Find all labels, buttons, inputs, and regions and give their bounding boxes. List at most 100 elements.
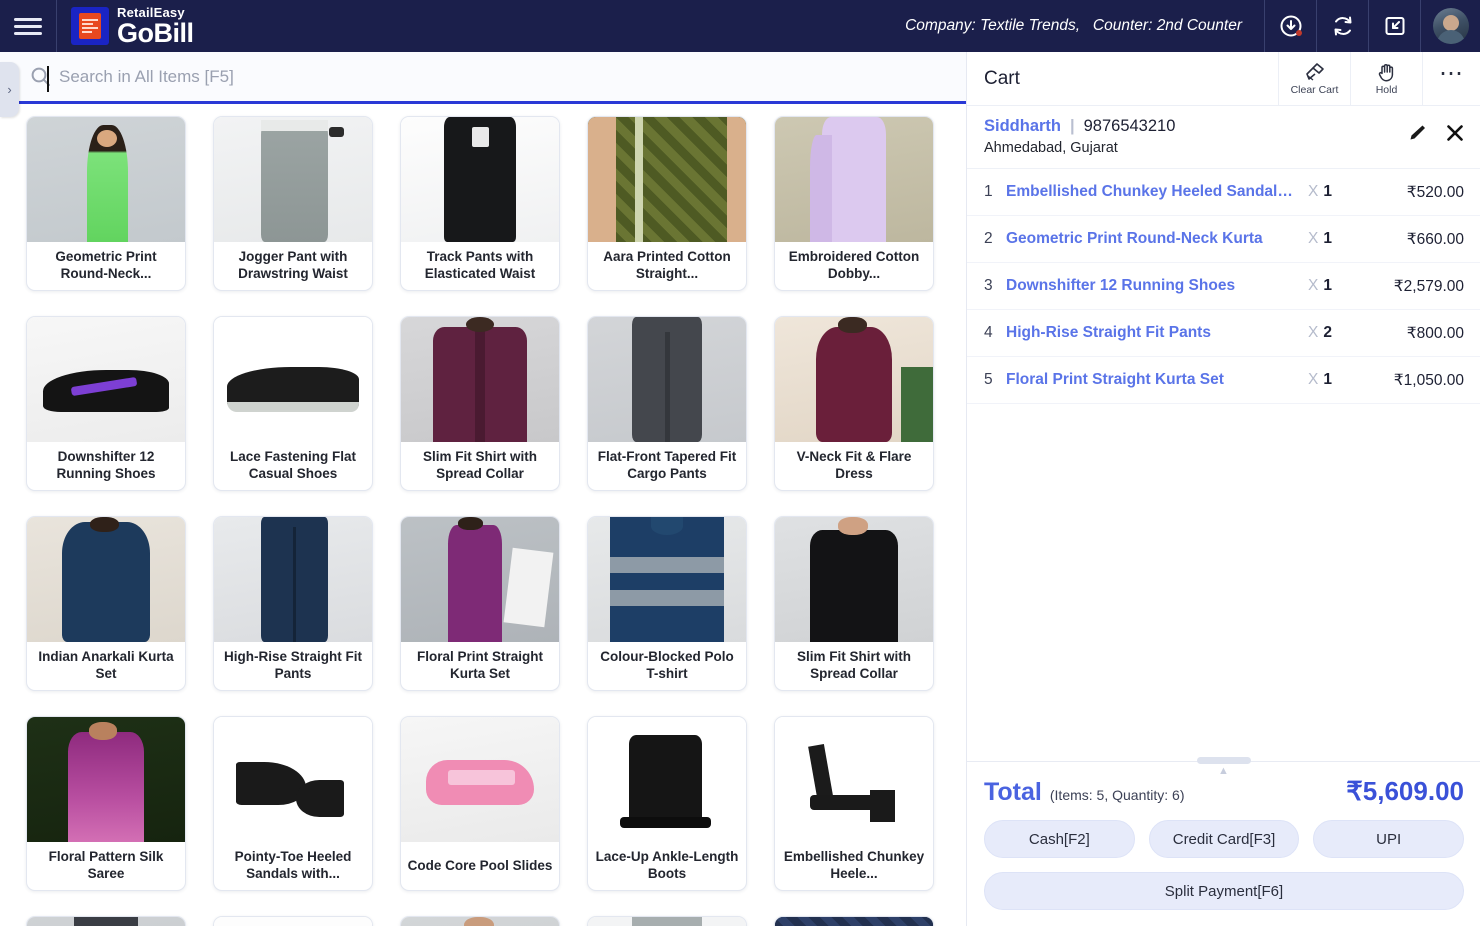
search-bar: › bbox=[0, 52, 966, 104]
product-card[interactable]: Floral Print Straight Kurta Set bbox=[400, 516, 560, 691]
product-card[interactable]: Flat-Front Tapered Fit Cargo Pants bbox=[587, 316, 747, 491]
cart-title: Cart bbox=[967, 68, 1278, 90]
download-history-button[interactable] bbox=[1264, 0, 1316, 52]
cart-item-name[interactable]: High-Rise Straight Fit Pants bbox=[1006, 324, 1308, 342]
product-name: Colour-Blocked Polo T-shirt bbox=[588, 642, 746, 690]
cart-item-index: 4 bbox=[984, 324, 1006, 342]
product-image bbox=[401, 317, 559, 442]
cart-item-index: 3 bbox=[984, 277, 1006, 295]
product-image bbox=[214, 517, 372, 642]
cart-item-index: 2 bbox=[984, 230, 1006, 248]
product-card[interactable]: Lace Fastening Flat Casual Shoes bbox=[213, 316, 373, 491]
cart-item-row[interactable]: 4 High-Rise Straight Fit Pants X2 ₹800.0… bbox=[967, 310, 1480, 357]
product-card[interactable]: Slim Fit Shirt with Spread Collar bbox=[400, 316, 560, 491]
sync-icon bbox=[1330, 13, 1356, 39]
cart-item-row[interactable]: 2 Geometric Print Round-Neck Kurta X1 ₹6… bbox=[967, 216, 1480, 263]
cart-panel: Cart Clear Cart Hold ⋯ Siddharth | 98765… bbox=[966, 52, 1480, 926]
cart-item-qty[interactable]: X1 bbox=[1308, 183, 1372, 201]
product-name: Jogger Pant with Drawstring Waist bbox=[214, 242, 372, 290]
avatar bbox=[1433, 8, 1469, 44]
upi-payment-button[interactable]: UPI bbox=[1313, 820, 1464, 858]
search-input[interactable] bbox=[59, 67, 919, 87]
customer-name[interactable]: Siddharth bbox=[984, 117, 1061, 136]
pencil-icon bbox=[1406, 122, 1428, 144]
sync-button[interactable] bbox=[1316, 0, 1368, 52]
collapse-screen-button[interactable] bbox=[1368, 0, 1420, 52]
cash-payment-button[interactable]: Cash[F2] bbox=[984, 820, 1135, 858]
cart-item-qty[interactable]: X2 bbox=[1308, 324, 1372, 342]
company-label: Company: bbox=[905, 17, 976, 34]
product-name: Lace-Up Ankle-Length Boots bbox=[588, 842, 746, 890]
split-payment-button[interactable]: Split Payment[F6] bbox=[984, 872, 1464, 910]
clear-cart-button[interactable]: Clear Cart bbox=[1278, 52, 1350, 106]
remove-customer-button[interactable] bbox=[1444, 122, 1466, 149]
product-image bbox=[401, 717, 559, 842]
brand-name-gobill: GoBill bbox=[117, 20, 194, 47]
product-card[interactable] bbox=[26, 916, 186, 926]
cart-item-index: 1 bbox=[984, 183, 1006, 201]
product-card[interactable] bbox=[774, 916, 934, 926]
top-header-bar: RetailEasy GoBill Company: Textile Trend… bbox=[0, 0, 1480, 52]
product-image bbox=[27, 717, 185, 842]
product-name: Floral Pattern Silk Saree bbox=[27, 842, 185, 890]
product-card[interactable]: Floral Pattern Silk Saree bbox=[26, 716, 186, 891]
product-image bbox=[775, 717, 933, 842]
product-card[interactable]: Slim Fit Shirt with Spread Collar bbox=[774, 516, 934, 691]
user-profile-button[interactable] bbox=[1420, 0, 1480, 52]
cart-item-name[interactable]: Floral Print Straight Kurta Set bbox=[1006, 371, 1308, 389]
product-name: Geometric Print Round-Neck... bbox=[27, 242, 185, 290]
panel-drag-handle[interactable] bbox=[1197, 757, 1251, 764]
product-image bbox=[588, 917, 746, 926]
cart-item-qty[interactable]: X1 bbox=[1308, 371, 1372, 389]
product-card[interactable]: Jogger Pant with Drawstring Waist bbox=[213, 116, 373, 291]
cart-item-name[interactable]: Embellished Chunkey Heeled Sandals... bbox=[1006, 183, 1308, 201]
cart-header: Cart Clear Cart Hold ⋯ bbox=[967, 52, 1480, 106]
cart-item-name[interactable]: Geometric Print Round-Neck Kurta bbox=[1006, 230, 1308, 248]
product-image bbox=[214, 917, 372, 926]
product-card[interactable]: Indian Anarkali Kurta Set bbox=[26, 516, 186, 691]
cart-footer: ▲ Total (Items: 5, Quantity: 6) ₹5,609.0… bbox=[967, 761, 1480, 926]
sidebar-expand-toggle[interactable]: › bbox=[0, 62, 19, 117]
product-card[interactable]: Downshifter 12 Running Shoes bbox=[26, 316, 186, 491]
cart-item-qty[interactable]: X1 bbox=[1308, 277, 1372, 295]
gobill-logo-icon bbox=[71, 7, 109, 45]
customer-phone: 9876543210 bbox=[1084, 117, 1176, 136]
product-grid-area: Geometric Print Round-Neck... Jogger Pan… bbox=[0, 107, 966, 926]
chevron-up-icon[interactable]: ▲ bbox=[1218, 765, 1229, 777]
customer-city: Ahmedabad, Gujarat bbox=[984, 140, 1464, 156]
product-card[interactable]: Embroidered Cotton Dobby... bbox=[774, 116, 934, 291]
app-brand-logo: RetailEasy GoBill bbox=[57, 6, 194, 47]
product-card[interactable]: Aara Printed Cotton Straight... bbox=[587, 116, 747, 291]
product-card[interactable]: High-Rise Straight Fit Pants bbox=[213, 516, 373, 691]
cart-item-qty[interactable]: X1 bbox=[1308, 230, 1372, 248]
product-card[interactable]: Lace-Up Ankle-Length Boots bbox=[587, 716, 747, 891]
download-history-icon bbox=[1278, 13, 1304, 39]
cart-item-price: ₹800.00 bbox=[1372, 324, 1464, 343]
product-card[interactable]: V-Neck Fit & Flare Dress bbox=[774, 316, 934, 491]
product-card[interactable]: Track Pants with Elasticated Waist bbox=[400, 116, 560, 291]
product-card[interactable]: Embellished Chunkey Heele... bbox=[774, 716, 934, 891]
edit-customer-button[interactable] bbox=[1406, 122, 1428, 149]
text-cursor bbox=[47, 66, 49, 92]
company-name: Textile Trends, bbox=[980, 17, 1080, 34]
menu-toggle-button[interactable] bbox=[0, 0, 57, 52]
cart-item-row[interactable]: 3 Downshifter 12 Running Shoes X1 ₹2,579… bbox=[967, 263, 1480, 310]
product-card[interactable]: Colour-Blocked Polo T-shirt bbox=[587, 516, 747, 691]
product-card[interactable] bbox=[213, 916, 373, 926]
cart-item-row[interactable]: 5 Floral Print Straight Kurta Set X1 ₹1,… bbox=[967, 357, 1480, 404]
product-card[interactable]: Code Core Pool Slides bbox=[400, 716, 560, 891]
product-image bbox=[214, 717, 372, 842]
cart-more-options-button[interactable]: ⋯ bbox=[1422, 52, 1480, 106]
product-image bbox=[401, 517, 559, 642]
product-card[interactable] bbox=[400, 916, 560, 926]
credit-card-payment-button[interactable]: Credit Card[F3] bbox=[1149, 820, 1300, 858]
product-image bbox=[775, 117, 933, 242]
product-name: Embroidered Cotton Dobby... bbox=[775, 242, 933, 290]
product-card[interactable]: Geometric Print Round-Neck... bbox=[26, 116, 186, 291]
cart-item-name[interactable]: Downshifter 12 Running Shoes bbox=[1006, 277, 1308, 295]
cart-item-row[interactable]: 1 Embellished Chunkey Heeled Sandals... … bbox=[967, 169, 1480, 216]
hold-button[interactable]: Hold bbox=[1350, 52, 1422, 106]
product-card[interactable] bbox=[587, 916, 747, 926]
qty-multiplier: X bbox=[1308, 324, 1318, 341]
product-card[interactable]: Pointy-Toe Heeled Sandals with... bbox=[213, 716, 373, 891]
